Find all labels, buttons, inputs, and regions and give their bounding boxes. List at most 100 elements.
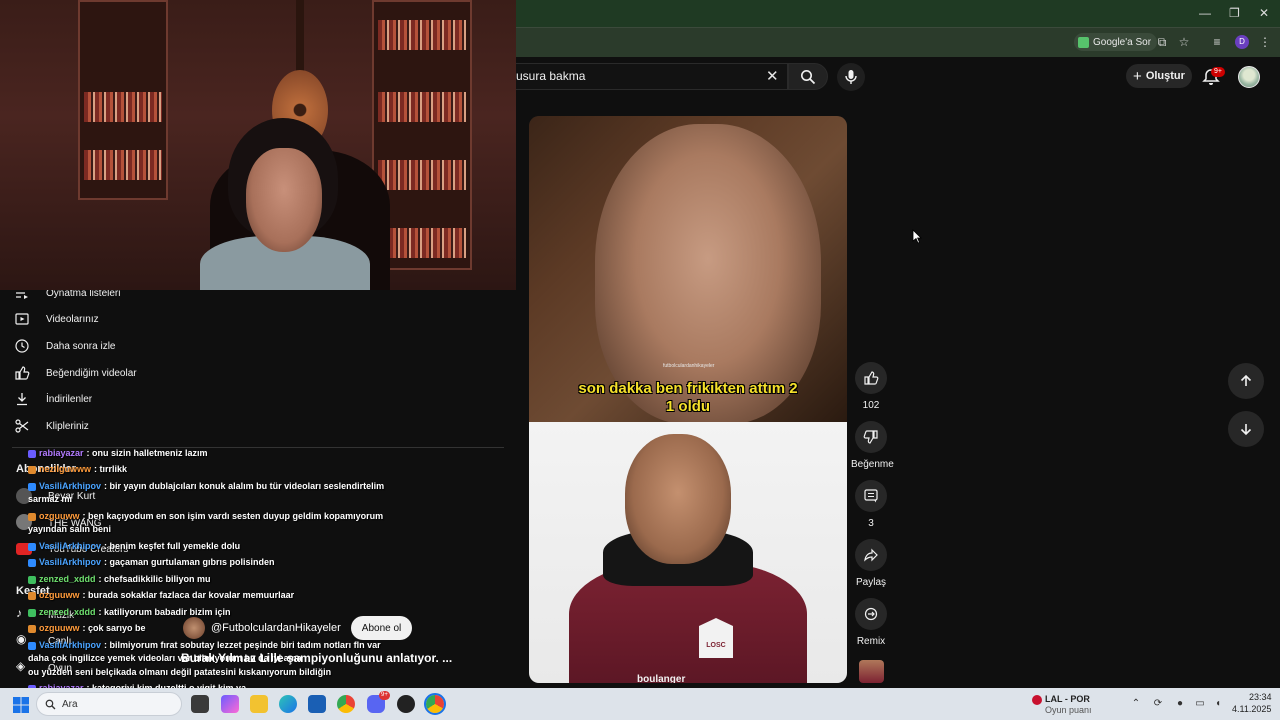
- comment-count: 3: [868, 518, 874, 529]
- display-icon[interactable]: ▭: [1193, 697, 1207, 711]
- close-window-button[interactable]: ✕: [1259, 6, 1269, 20]
- chrome-icon[interactable]: [337, 695, 355, 713]
- sidebar-item-your-videos[interactable]: Videolarınız: [14, 310, 99, 328]
- gaming-icon: ◈: [16, 659, 26, 673]
- account-avatar[interactable]: [1238, 66, 1260, 88]
- minimize-button[interactable]: —: [1199, 6, 1211, 20]
- chat-text: : burada sokaklar fazlaca dar kovalar me…: [82, 590, 295, 600]
- subtitle-line-2: 1 oldu: [665, 398, 711, 415]
- sidebar-item-clips[interactable]: Klipleriniz: [14, 417, 89, 435]
- task-view-icon[interactable]: [191, 695, 209, 713]
- create-label: Oluştur: [1145, 70, 1185, 82]
- dislike-label: Beğenme: [851, 459, 894, 470]
- subscribe-button[interactable]: Abone ol: [350, 616, 413, 640]
- create-button[interactable]: + Oluştur: [1126, 64, 1192, 88]
- notification-count-badge: 9+: [1211, 67, 1225, 77]
- sidebar-item-downloads[interactable]: İndirilenler: [14, 390, 92, 408]
- interview-subject-image: [595, 124, 821, 424]
- volume-icon[interactable]: ◖: [1211, 697, 1225, 711]
- file-explorer-icon[interactable]: [250, 695, 268, 713]
- chat-username[interactable]: VasiliArkhipov: [39, 557, 101, 567]
- remix-button[interactable]: Remix: [851, 598, 891, 647]
- reading-list-icon[interactable]: ≡: [1210, 35, 1224, 49]
- player-head-image: [625, 434, 731, 564]
- chat-username[interactable]: VasiliArkhipov: [39, 640, 101, 650]
- books-image: [378, 228, 466, 258]
- voice-search-button[interactable]: [837, 63, 865, 91]
- comments-button[interactable]: 3: [851, 480, 891, 529]
- search-button[interactable]: [788, 63, 828, 90]
- chat-username[interactable]: nezilguwww: [39, 464, 91, 474]
- chat-text: : bilmiyorum fırat sobutay lezzet peşind…: [104, 640, 381, 650]
- channel-avatar[interactable]: [183, 617, 205, 639]
- video-frame-player-photo: LOSC boulanger: [529, 422, 847, 683]
- thumbs-up-icon: [864, 371, 879, 385]
- sidebar-item-label: Videolarınız: [46, 313, 99, 325]
- game-title: LAL - POR: [1045, 694, 1090, 704]
- microphone-icon[interactable]: ●: [1173, 697, 1187, 711]
- edge-browser-icon[interactable]: [279, 695, 297, 713]
- discord-badge: 9+: [379, 691, 390, 700]
- bookmark-star-icon[interactable]: ☆: [1177, 35, 1191, 49]
- next-short-button[interactable]: [1228, 411, 1264, 447]
- like-button[interactable]: 102: [851, 362, 891, 411]
- audio-source-thumbnail[interactable]: [859, 660, 884, 683]
- chat-username[interactable]: ozguuww: [39, 511, 80, 521]
- sidebar-item-liked-videos[interactable]: Beğendiğim videolar: [14, 364, 137, 382]
- share-button[interactable]: Paylaş: [851, 539, 891, 588]
- chat-username[interactable]: zenzed_xddd: [39, 607, 96, 617]
- chat-badge-icon: [28, 542, 36, 551]
- clear-search-icon[interactable]: ✕: [766, 67, 779, 85]
- sidebar-item-label: Klipleriniz: [46, 420, 89, 432]
- clock-icon: [15, 339, 29, 353]
- chat-text: : gaçaman gurtulaman gıbrıs polisinden: [104, 557, 275, 567]
- share-icon: [864, 548, 878, 562]
- subtitle-line-1: son dakka ben frikikten attım 2: [578, 380, 798, 397]
- windows-start-icon[interactable]: [13, 697, 29, 713]
- clock-time[interactable]: 23:34: [1249, 692, 1272, 702]
- restore-button[interactable]: ❐: [1229, 6, 1240, 20]
- chat-message: VasiliArkhipov: benim keşfet full yemekl…: [28, 540, 240, 552]
- sports-widget[interactable]: LAL - POR Oyun puanı: [1030, 692, 1126, 716]
- video-description[interactable]: Burak Yılmaz Lille şampiyonluğunu anlatı…: [181, 651, 452, 665]
- browser-menu-icon[interactable]: ⋮: [1258, 35, 1272, 49]
- chrome-active-icon[interactable]: [424, 693, 446, 715]
- taskbar-search[interactable]: Ara: [36, 692, 182, 716]
- channel-name[interactable]: @FutbolculardanHikayeler: [211, 622, 341, 634]
- microphone-icon: [845, 70, 857, 84]
- browser-profile-avatar[interactable]: D: [1235, 35, 1249, 49]
- download-icon: [17, 393, 27, 406]
- chat-text: : tırrlikk: [94, 464, 128, 474]
- install-app-icon[interactable]: ⧉: [1155, 35, 1169, 49]
- remix-label: Remix: [856, 636, 886, 647]
- chat-text: ou yüzden seni belçikada olmanı değil pa…: [28, 667, 332, 677]
- webcam-overlay: [0, 0, 516, 290]
- microsoft-store-icon[interactable]: [308, 695, 326, 713]
- streamer-face-image: [246, 148, 322, 252]
- club-crest-logo: LOSC: [699, 618, 733, 658]
- google-ask-button[interactable]: Google'a Sor: [1074, 33, 1158, 51]
- chat-username[interactable]: VasiliArkhipov: [39, 481, 101, 491]
- chat-badge-icon: [28, 512, 36, 521]
- chat-username[interactable]: VasiliArkhipov: [39, 541, 101, 551]
- sync-icon[interactable]: ⟳: [1151, 697, 1165, 711]
- clock-date[interactable]: 4.11.2025: [1232, 704, 1271, 714]
- chat-message: ozguuww: ben kaçıyodum en son işim vardı…: [28, 510, 383, 522]
- chat-username[interactable]: zenzed_xddd: [39, 574, 96, 584]
- chat-username[interactable]: rabiayazar: [39, 448, 84, 458]
- video-watermark: futbolculardanhikayeler: [663, 363, 715, 369]
- previous-short-button[interactable]: [1228, 363, 1264, 399]
- jersey-sponsor: boulanger: [637, 674, 686, 683]
- obs-icon[interactable]: [397, 695, 415, 713]
- search-input[interactable]: usura bakma: [516, 69, 585, 83]
- dislike-button[interactable]: Beğenme: [851, 421, 894, 470]
- arrow-up-icon: [1240, 374, 1252, 386]
- chat-username[interactable]: ozguuww: [39, 590, 80, 600]
- copilot-icon[interactable]: [221, 695, 239, 713]
- search-icon: [45, 699, 56, 709]
- sidebar-item-watch-later[interactable]: Daha sonra izle: [14, 337, 115, 355]
- chat-username[interactable]: ozguuww: [39, 623, 80, 633]
- short-video-player[interactable]: futbolculardanhikayeler son dakka ben fr…: [529, 116, 847, 683]
- chevron-up-icon[interactable]: ⌃: [1129, 697, 1143, 711]
- sports-team-icon: [1032, 695, 1042, 705]
